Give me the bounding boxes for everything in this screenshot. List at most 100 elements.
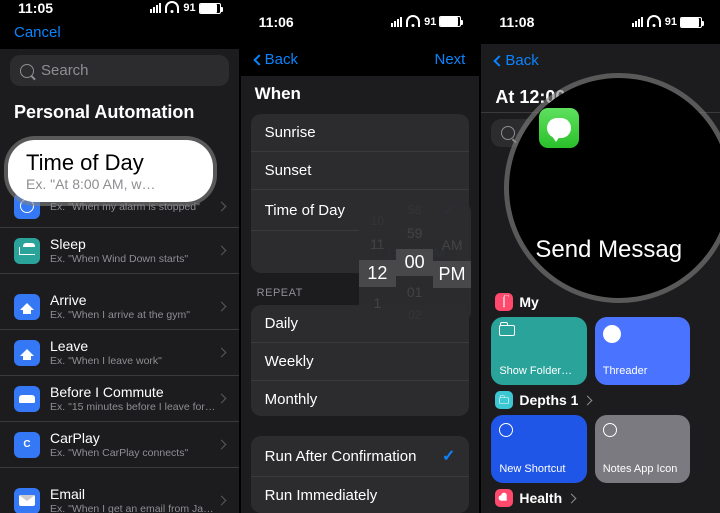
chevron-right-icon [216,440,226,450]
battery-indicator: 91 [424,16,461,28]
send-message-label: Send Messag [535,236,682,264]
callout-title: Time of Day [26,150,195,176]
row-sub: Ex. "When I get an email from Jane" [50,503,218,513]
chevron-right-icon [583,395,593,405]
callout-send-message: Send Messag [509,78,720,298]
when-header: When [241,76,480,114]
phone-screen-2: 11:06 91 Back Next When Sunrise Sunset T… [241,0,480,513]
section-label: My [519,294,538,310]
tile-show-folder[interactable]: Show Folder… [491,317,586,385]
run-immediately[interactable]: Run Immediately [251,477,470,513]
chevron-left-icon [494,55,505,66]
run-options: Run After Confirmation ✓ Run Immediately [251,436,470,513]
search-icon [501,126,515,140]
status-bar: 11:05 91 [0,0,239,16]
section-health[interactable]: Health [491,483,710,513]
trigger-row-arrive[interactable]: ArriveEx. "When I arrive at the gym" [0,284,239,330]
signal-icon [632,17,643,27]
wifi-icon [165,3,179,13]
cancel-button[interactable]: Cancel [14,24,61,41]
chevron-right-icon [216,302,226,312]
time-picker[interactable]: 10 11 12 1 58 59 00 01 02 AM PM [359,202,471,322]
row-title: Leave [50,338,218,354]
back-button[interactable]: Back [495,52,538,69]
trigger-row-carplay[interactable]: C CarPlayEx. "When CarPlay connects" [0,422,239,468]
when-sunset[interactable]: Sunset [251,152,470,190]
messages-app-icon [539,108,579,148]
wifi-icon [406,17,420,27]
phone-screen-1: 11:05 91 Cancel Search Personal Automati… [0,0,239,513]
gear-icon [603,423,617,437]
trigger-row-email[interactable]: EmailEx. "When I get an email from Jane" [0,478,239,513]
wifi-icon [647,17,661,27]
battery-percent: 91 [665,16,677,28]
folder-icon [504,297,505,307]
bed-icon [19,247,35,255]
status-bar: 11:08 91 [481,0,720,44]
section-label: Depths 1 [519,392,578,408]
battery-percent: 91 [183,2,195,14]
battery-indicator: 91 [665,16,702,28]
row-title: Sleep [50,236,218,252]
signal-icon [391,17,402,27]
callout-time-of-day: Time of Day Ex. "At 8:00 AM, w… [8,140,213,202]
phone-screen-3: 11:08 91 Back At 12:00 PM, daily My Show… [481,0,720,513]
nav-bar: Cancel [0,16,239,49]
chevron-right-icon [216,246,226,256]
row-sub: Ex. "When I leave work" [50,355,218,367]
check-icon: ✓ [442,446,455,466]
row-title: Before I Commute [50,384,218,400]
nav-bar: Back [481,44,720,77]
section-depths[interactable]: Depths 1 [491,385,710,415]
row-sub: Ex. "When Wind Down starts" [50,253,218,265]
status-time: 11:08 [499,14,534,30]
when-sunrise[interactable]: Sunrise [251,114,470,152]
tile-row-2: New Shortcut Notes App Icon [491,415,710,483]
row-title: Arrive [50,292,218,308]
picker-hours[interactable]: 10 11 12 1 [359,214,396,311]
callout-sub: Ex. "At 8:00 AM, w… [26,176,195,192]
trigger-row-leave[interactable]: LeaveEx. "When I leave work" [0,330,239,376]
tile-notes-icon[interactable]: Notes App Icon [595,415,690,483]
search-input[interactable]: Search [10,55,229,86]
nav-bar: Back Next [241,43,480,76]
chevron-right-icon [216,348,226,358]
chevron-right-icon [216,201,226,211]
row-sub: Ex. "When my alarm is stopped" [50,201,218,213]
commute-icon [19,395,35,403]
carplay-icon: C [23,439,30,450]
run-after-confirmation[interactable]: Run After Confirmation ✓ [251,436,470,477]
section-label: Health [519,490,562,506]
status-time: 11:06 [259,14,294,30]
battery-indicator: 91 [183,2,220,14]
trigger-row-commute[interactable]: Before I CommuteEx. "15 minutes before I… [0,376,239,422]
trigger-row-sleep[interactable]: SleepEx. "When Wind Down starts" [0,228,239,274]
folder-icon [499,325,515,336]
repeat-weekly[interactable]: Weekly [251,343,470,381]
picker-ampm[interactable]: AM PM [433,237,470,288]
row-sub: Ex. "When CarPlay connects" [50,447,218,459]
threader-icon [603,325,621,343]
gear-icon [499,423,513,437]
next-button[interactable]: Next [435,51,466,68]
leave-icon [20,349,34,356]
status-bar: 11:06 91 [241,0,480,43]
automation-trigger-list: Ex. "When my alarm is stopped" SleepEx. … [0,185,239,513]
picker-minutes[interactable]: 58 59 00 01 02 [396,203,433,322]
tile-new-shortcut[interactable]: New Shortcut [491,415,586,483]
folder-icon [500,397,510,404]
mail-icon [19,495,35,506]
chevron-right-icon [567,493,577,503]
section-header: Personal Automation [0,92,239,125]
status-time: 11:05 [18,0,53,16]
chevron-left-icon [253,54,264,65]
tile-threader[interactable]: Threader [595,317,690,385]
back-button[interactable]: Back [255,51,298,68]
chevron-right-icon [216,496,226,506]
repeat-monthly[interactable]: Monthly [251,381,470,416]
chevron-right-icon [216,394,226,404]
row-title: Email [50,486,218,502]
battery-icon [199,3,221,14]
tile-row-1: Show Folder… Threader [491,317,710,385]
battery-percent: 91 [424,16,436,28]
